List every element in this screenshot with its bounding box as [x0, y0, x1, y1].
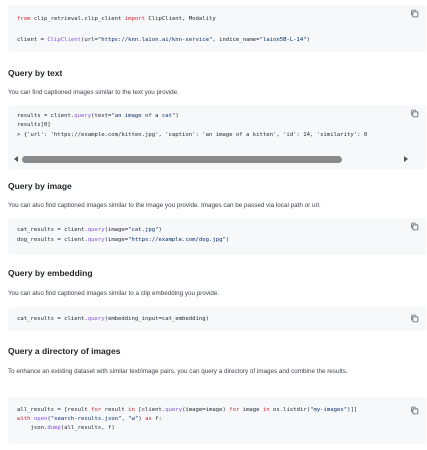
code-block-embedding[interactable]: cat_results = client.query(embedding_inp… — [8, 307, 426, 331]
code-line: dog_results = client.query(image="https:… — [17, 237, 230, 243]
code-line: results[0] — [17, 122, 51, 128]
horizontal-scrollbar[interactable] — [14, 156, 408, 163]
section-title-query-directory: Query a directory of images — [8, 346, 121, 356]
section-title-query-by-text: Query by text — [8, 68, 63, 78]
section-title-query-by-image: Query by image — [8, 181, 72, 191]
scrollbar-thumb[interactable] — [22, 156, 342, 163]
section-description: You can find captioned images similar to… — [8, 89, 179, 96]
code-block-client[interactable]: from clip_retrieval.clip_client import C… — [8, 5, 426, 52]
arrow-right-icon[interactable] — [404, 156, 408, 162]
code-line: client = ClipClient(url="https://knn.lai… — [17, 37, 311, 43]
copy-icon[interactable] — [410, 222, 419, 231]
copy-icon[interactable] — [410, 406, 419, 415]
section-title-query-by-embedding: Query by embedding — [8, 268, 93, 278]
code-block-image[interactable]: cat_results = client.query(image="cat.jp… — [8, 218, 426, 255]
section-description: You can also find captioned images simil… — [8, 202, 321, 209]
section-description: You can also find captioned images simil… — [8, 290, 220, 297]
code-line: > {'url': 'https://example.com/kitten.jp… — [17, 132, 368, 138]
copy-icon[interactable] — [410, 9, 419, 18]
section-description: To enhance an existing dataset with simi… — [8, 368, 348, 375]
copy-icon[interactable] — [410, 109, 419, 118]
documentation-page: from clip_retrieval.clip_client import C… — [0, 0, 427, 450]
code-line: with open("search-results.json", "w") as… — [17, 416, 162, 422]
code-block-directory[interactable]: all_results = [result for result in [cli… — [8, 397, 426, 444]
code-line: cat_results = client.query(image="cat.jp… — [17, 227, 162, 233]
code-block-text[interactable]: results = client.query(text="an image of… — [8, 105, 426, 169]
code-line: all_results = [result for result in [cli… — [17, 407, 358, 413]
copy-icon[interactable] — [410, 314, 419, 323]
arrow-left-icon[interactable] — [14, 156, 18, 162]
code-line: results = client.query(text="an image of… — [17, 113, 179, 119]
code-line: from clip_retrieval.clip_client import C… — [17, 16, 216, 22]
code-line: cat_results = client.query(embedding_inp… — [17, 316, 209, 322]
code-line: json.dump(all_results, f) — [17, 425, 115, 431]
